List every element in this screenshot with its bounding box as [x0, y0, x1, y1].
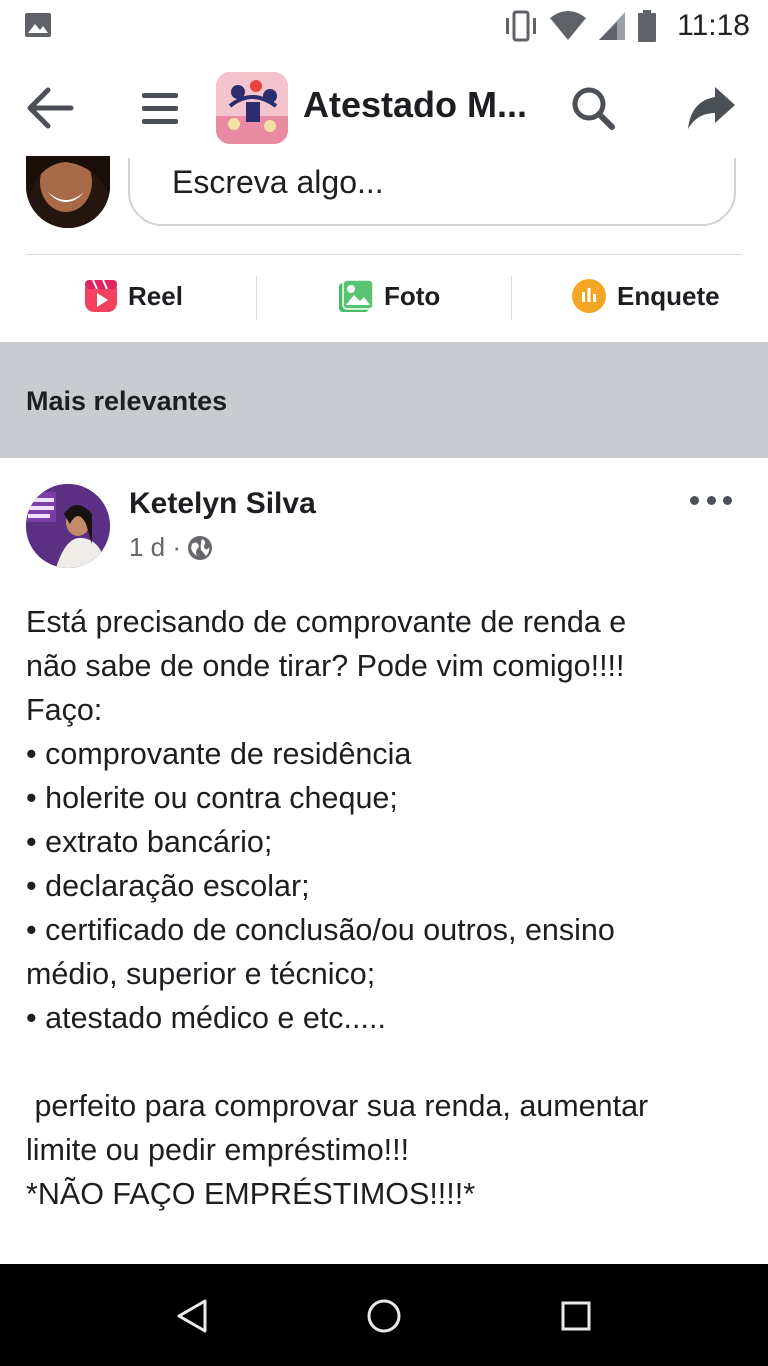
post-line: • certificado de conclusão/ou outros, en… — [26, 913, 615, 947]
post-line: médio, superior e técnico; — [26, 957, 376, 991]
post-line: • holerite ou contra cheque; — [26, 781, 398, 815]
photo-label: Foto — [384, 280, 441, 311]
status-time: 11:18 — [677, 9, 750, 42]
divider — [26, 254, 742, 255]
nav-back-button[interactable] — [168, 1292, 216, 1340]
post-line: • atestado médico e etc..... — [26, 1001, 386, 1035]
reel-icon — [85, 279, 117, 312]
write-something-input[interactable]: Escreva algo... — [128, 158, 736, 226]
sort-label[interactable]: Mais relevantes — [26, 386, 227, 417]
post-line: Está precisando de comprovante de renda … — [26, 605, 627, 639]
my-avatar[interactable] — [26, 156, 110, 228]
separator — [256, 276, 257, 320]
post-line: Faço: — [26, 693, 103, 727]
post-line: perfeito para comprovar sua renda, aumen… — [26, 1089, 649, 1123]
search-button[interactable] — [565, 80, 621, 136]
group-avatar[interactable] — [216, 72, 288, 144]
group-title[interactable]: Atestado M... — [303, 84, 527, 126]
wifi-icon — [550, 11, 587, 40]
vibrate-icon — [506, 10, 537, 42]
post-line: • declaração escolar; — [26, 869, 310, 903]
write-placeholder: Escreva algo... — [172, 164, 384, 200]
menu-icon — [142, 93, 178, 124]
group-image — [216, 72, 288, 144]
post-meta: 1 d · — [129, 532, 213, 563]
reel-label: Reel — [128, 280, 183, 311]
menu-button[interactable] — [134, 82, 186, 134]
post-time[interactable]: 1 d · — [129, 532, 181, 563]
author-name[interactable]: Ketelyn Silva — [129, 487, 316, 521]
more-dot-icon — [690, 495, 699, 505]
back-arrow-icon — [27, 87, 74, 129]
nav-home-button[interactable] — [360, 1292, 408, 1340]
poll-label: Enquete — [617, 280, 720, 311]
search-icon — [572, 87, 615, 130]
post-card: Ketelyn Silva 1 d · Está precisando de c… — [0, 458, 768, 1264]
post-line: • comprovante de residência — [26, 737, 412, 771]
separator — [511, 276, 512, 320]
signal-icon — [599, 12, 626, 40]
home-circle-icon — [367, 1299, 401, 1333]
app-header: Atestado M... — [0, 54, 768, 163]
photo-icon — [339, 279, 374, 312]
author-avatar[interactable] — [26, 484, 110, 568]
reel-button[interactable]: Reel — [84, 274, 183, 318]
post-text: Está precisando de comprovante de renda … — [26, 600, 742, 1216]
share-icon — [688, 87, 735, 129]
post-options-button[interactable] — [690, 488, 732, 512]
android-nav-bar — [0, 1264, 768, 1366]
post-line: limite ou pedir empréstimo!!! — [26, 1133, 410, 1167]
gallery-icon — [25, 13, 51, 37]
photo-button[interactable]: Foto — [338, 274, 440, 318]
status-bar: 11:18 — [0, 0, 768, 54]
profile-photo — [26, 156, 110, 228]
battery-icon — [638, 10, 657, 42]
more-dot-icon — [706, 495, 716, 505]
post-line — [26, 1040, 742, 1084]
post-composer: Escreva algo... Reel Foto Enquete — [0, 156, 768, 342]
share-button[interactable] — [682, 80, 740, 136]
feed-sort-section: Mais relevantes — [0, 342, 768, 458]
poll-icon — [572, 279, 606, 313]
author-photo — [26, 484, 110, 568]
recents-square-icon — [561, 1301, 591, 1331]
back-button[interactable] — [22, 82, 78, 134]
back-triangle-icon — [177, 1299, 207, 1333]
more-dot-icon — [723, 495, 732, 505]
nav-recents-button[interactable] — [552, 1292, 600, 1340]
post-line: *NÃO FAÇO EMPRÉSTIMOS!!!!* — [26, 1177, 476, 1211]
post-line: não sabe de onde tirar? Pode vim comigo!… — [26, 649, 625, 683]
post-line: • extrato bancário; — [26, 825, 273, 859]
globe-icon — [188, 535, 213, 560]
poll-button[interactable]: Enquete — [571, 274, 720, 318]
